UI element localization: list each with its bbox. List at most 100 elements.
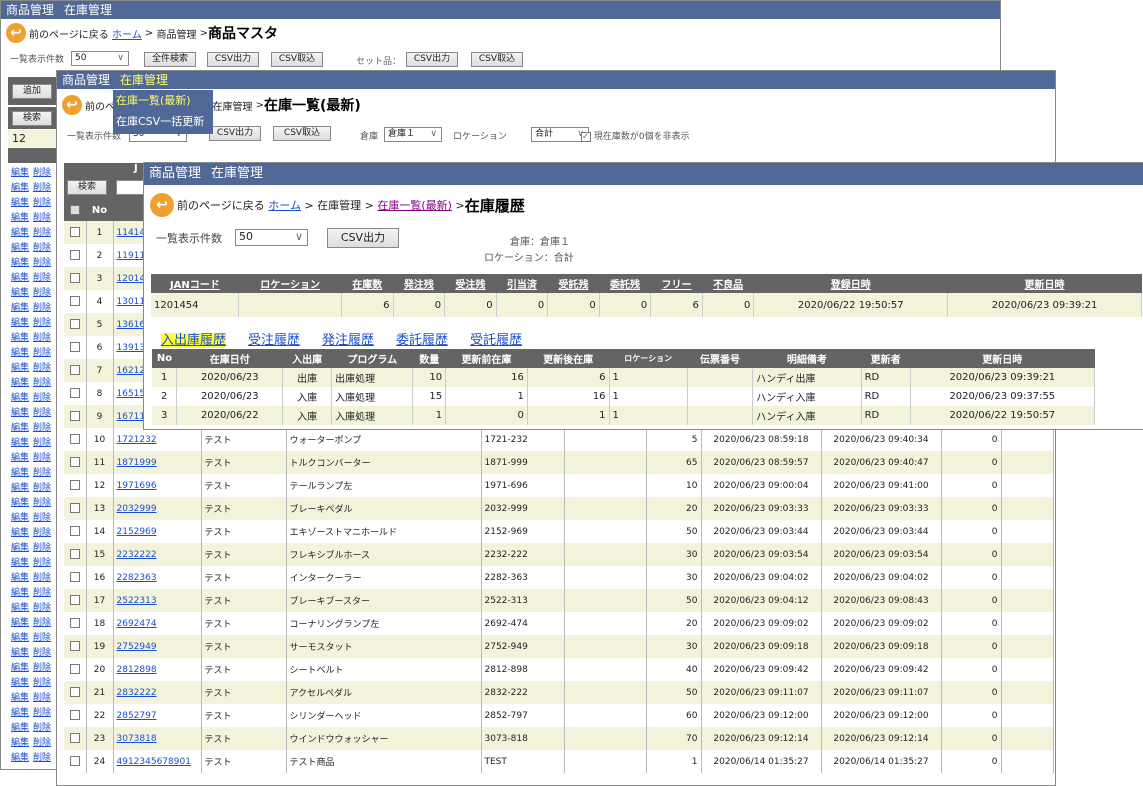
row-select[interactable] [64,267,87,290]
csv-export-button[interactable]: CSV出力 [207,52,259,67]
edit-link[interactable]: 編集 [11,288,29,298]
row-select[interactable] [64,244,87,267]
row-select[interactable] [64,612,87,635]
row-checkbox[interactable] [69,733,80,744]
delete-link[interactable]: 削除 [33,678,51,688]
edit-link[interactable]: 編集 [11,333,29,343]
jan-link[interactable]: 2852797 [113,704,202,727]
delete-link[interactable]: 削除 [33,318,51,328]
home-link[interactable]: ホーム [112,26,142,41]
tab-2[interactable]: 発注履歴 [322,333,374,348]
sort-header[interactable]: 委託残 [599,274,651,293]
tab-3[interactable]: 委託履歴 [396,333,448,348]
delete-link[interactable]: 削除 [33,183,51,193]
edit-link[interactable]: 編集 [11,363,29,373]
edit-link[interactable]: 編集 [11,588,29,598]
row-select[interactable] [64,589,87,612]
row-checkbox[interactable] [69,618,80,629]
delete-link[interactable]: 削除 [33,438,51,448]
tab-4[interactable]: 受託履歴 [470,333,522,348]
delete-link[interactable]: 削除 [33,603,51,613]
csv-export-button[interactable]: CSV出力 [209,126,261,141]
nav-product[interactable]: 商品管理 [149,166,201,181]
jan-link[interactable]: 2692474 [113,612,202,635]
sort-header[interactable]: 発注残 [393,274,445,293]
home-link[interactable]: ホーム [268,197,301,213]
row-checkbox[interactable] [69,319,80,330]
row-select[interactable] [64,566,87,589]
delete-link[interactable]: 削除 [33,483,51,493]
row-select[interactable] [64,704,87,727]
edit-link[interactable]: 編集 [11,558,29,568]
jan-link[interactable]: 2752949 [113,635,202,658]
delete-link[interactable]: 削除 [33,303,51,313]
delete-link[interactable]: 削除 [33,633,51,643]
edit-link[interactable]: 編集 [11,603,29,613]
row-checkbox[interactable] [69,480,80,491]
delete-link[interactable]: 削除 [33,348,51,358]
jan-link[interactable]: 1871999 [113,451,202,474]
edit-link[interactable]: 編集 [11,453,29,463]
edit-link[interactable]: 編集 [11,498,29,508]
edit-link[interactable]: 編集 [11,213,29,223]
delete-link[interactable]: 削除 [33,168,51,178]
menu-item-csv-bulk-update[interactable]: 在庫CSV一括更新 [116,112,210,132]
sort-header[interactable]: 受注残 [444,274,497,293]
edit-link[interactable]: 編集 [11,663,29,673]
jan-link[interactable]: 2282363 [113,566,202,589]
row-checkbox[interactable] [69,526,80,537]
edit-link[interactable]: 編集 [11,273,29,283]
edit-link[interactable]: 編集 [11,543,29,553]
edit-link[interactable]: 編集 [11,393,29,403]
csv-import-button[interactable]: CSV取込 [271,52,323,67]
jan-link[interactable]: 2032999 [113,497,202,520]
edit-link[interactable]: 編集 [11,678,29,688]
row-checkbox[interactable] [69,641,80,652]
edit-link[interactable]: 編集 [11,303,29,313]
edit-link[interactable]: 編集 [11,198,29,208]
back-arrow-icon[interactable]: ↩ [6,23,26,43]
csv-import-button[interactable]: CSV取込 [273,126,331,141]
row-select[interactable] [64,336,87,359]
delete-link[interactable]: 削除 [33,393,51,403]
row-select[interactable] [64,658,87,681]
delete-link[interactable]: 削除 [33,708,51,718]
row-checkbox[interactable] [69,342,80,353]
row-checkbox[interactable] [69,388,80,399]
delete-link[interactable]: 削除 [33,213,51,223]
edit-link[interactable]: 編集 [11,378,29,388]
row-checkbox[interactable] [69,503,80,514]
row-select[interactable] [64,428,87,451]
row-select[interactable] [64,727,87,750]
tab-0[interactable]: 入出庫履歴 [161,333,227,348]
delete-link[interactable]: 削除 [33,558,51,568]
jan-link[interactable]: 2812898 [113,658,202,681]
edit-link[interactable]: 編集 [11,183,29,193]
nav-stock[interactable]: 在庫管理 [64,3,112,17]
delete-link[interactable]: 削除 [33,648,51,658]
set-csv-export-button[interactable]: CSV出力 [406,52,458,67]
delete-link[interactable]: 削除 [33,573,51,583]
row-checkbox[interactable] [69,365,80,376]
row-select[interactable] [64,635,87,658]
jan-link[interactable]: 4912345678901 [113,750,202,773]
sort-header[interactable]: 不良品 [702,274,754,293]
delete-link[interactable]: 削除 [33,738,51,748]
edit-link[interactable]: 編集 [11,708,29,718]
per-page-select[interactable]: 50 [235,229,308,246]
row-select[interactable] [64,543,87,566]
jan-link[interactable]: 2152969 [113,520,202,543]
tab-1[interactable]: 受注履歴 [248,333,300,348]
per-page-select[interactable]: 50 [71,51,129,66]
back-arrow-icon[interactable]: ↩ [150,193,174,217]
delete-link[interactable]: 削除 [33,333,51,343]
sort-header[interactable]: 登録日時 [753,274,948,293]
jan-link[interactable]: 3073818 [113,727,202,750]
stock-list-link[interactable]: 在庫一覧(最新) [377,197,452,213]
edit-link[interactable]: 編集 [11,738,29,748]
delete-link[interactable]: 削除 [33,273,51,283]
edit-link[interactable]: 編集 [11,693,29,703]
menu-item-stock-list[interactable]: 在庫一覧(最新) [116,92,210,112]
row-checkbox[interactable] [69,296,80,307]
row-select[interactable] [64,681,87,704]
